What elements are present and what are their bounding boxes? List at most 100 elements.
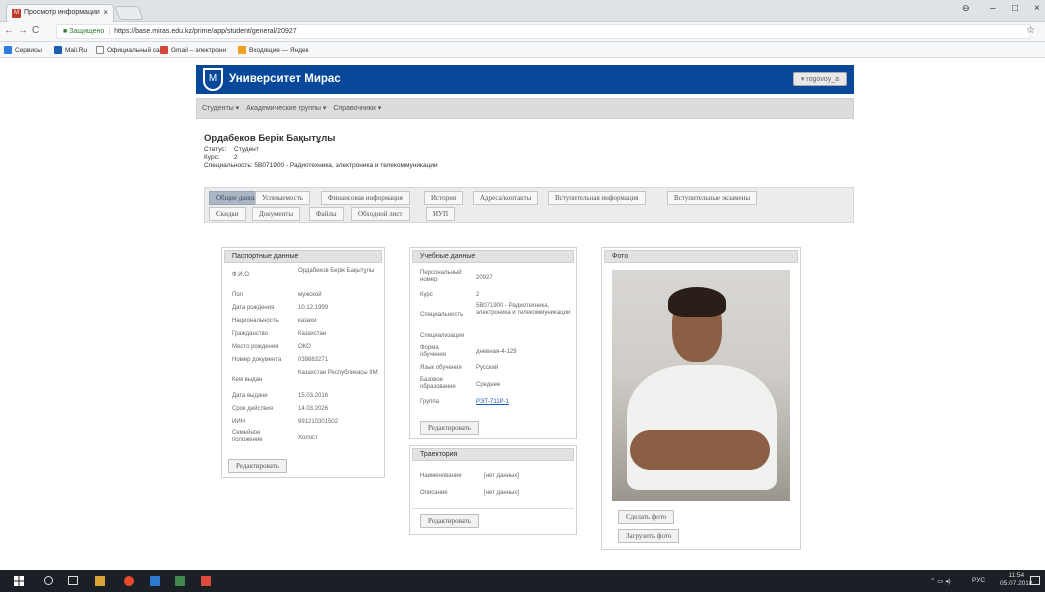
study-panel: Учебные данные Персональный номер 20927 …	[409, 247, 577, 439]
site-favicon-icon: M	[12, 9, 21, 18]
field-label: Ф.И.О.	[232, 272, 251, 278]
tab-documents[interactable]: Документы	[252, 207, 301, 221]
clock[interactable]: 11:54 05.07.2018	[1000, 572, 1033, 588]
brand-title[interactable]: Университет Мирас	[229, 73, 341, 85]
tab-entrance-exams[interactable]: Вступительные экзамены	[667, 191, 758, 205]
field-label: Группа	[420, 399, 440, 405]
passport-panel: Паспортные данные Ф.И.О. Ордабеков Берік…	[221, 247, 385, 478]
field-label: Специальность	[420, 312, 464, 318]
field-label: Кем выдан	[232, 377, 263, 383]
field-label: Язык обучения	[420, 365, 462, 371]
user-menu-button[interactable]: ▾ rogovoy_a	[792, 72, 847, 86]
trajectory-panel-title: Траектория	[412, 448, 574, 461]
file-explorer-icon[interactable]	[95, 576, 105, 586]
course-label: Курс:	[204, 154, 220, 161]
field-label: Курс	[420, 292, 433, 298]
field-value: казахи	[298, 318, 317, 324]
trajectory-edit-button[interactable]: Редактировать	[420, 514, 479, 528]
back-icon[interactable]: ←	[4, 25, 14, 36]
url-text: https://base.miras.edu.kz/prime/app/stud…	[114, 28, 297, 35]
field-label: Специализация	[420, 333, 465, 339]
specialty-label: Специальность:	[204, 162, 253, 169]
browser-tab[interactable]: M Просмотр информации ×	[6, 4, 114, 22]
page-icon	[96, 46, 104, 54]
field-value: 20927	[476, 275, 493, 281]
field-value: 5B071900 - Радиотехника, электроника и т…	[476, 303, 571, 316]
field-label: Срок действия	[232, 406, 274, 412]
profile-icon[interactable]: ⊖	[962, 3, 970, 14]
address-bar-row: ← → C ■ Защищено | https://base.miras.edu.…	[0, 22, 1045, 42]
lock-icon: ■	[63, 28, 68, 35]
bookmark-official-site[interactable]: Официальный сайт	[96, 46, 166, 54]
status-value: Студент	[234, 146, 259, 153]
study-panel-title: Учебные данные	[412, 250, 574, 263]
passport-panel-title: Паспортные данные	[224, 250, 382, 263]
take-photo-button[interactable]: Сделать фото	[618, 510, 675, 524]
student-photo	[612, 270, 790, 501]
university-logo-icon: M	[203, 68, 223, 91]
bookmark-apps[interactable]: Сервисы	[4, 46, 42, 54]
field-value: 991210301502	[298, 419, 339, 425]
tray-icons[interactable]: ⌃ ▭ ◂)	[930, 577, 951, 585]
tab-history[interactable]: История	[424, 191, 464, 205]
bookmark-gmail[interactable]: Gmail – электронн	[160, 46, 226, 54]
tab-clearance[interactable]: Обходной лист	[351, 207, 410, 221]
maximize-button[interactable]: □	[1012, 3, 1018, 14]
tab-files[interactable]: Файлы	[309, 207, 344, 221]
notifications-icon[interactable]	[1030, 576, 1040, 585]
minimize-button[interactable]: –	[990, 3, 996, 14]
field-label: Дата рождения	[232, 305, 275, 311]
field-value: мужской	[298, 292, 322, 298]
specialty-value: 5B071900 - Радиотехника, электроника и т…	[254, 162, 438, 169]
tab-entrance-info[interactable]: Вступительная информация	[548, 191, 646, 205]
clock-time: 11:54	[1008, 572, 1025, 579]
upload-photo-button[interactable]: Загрузить фото	[618, 529, 680, 543]
tab-iup[interactable]: ИУП	[426, 207, 456, 221]
group-link[interactable]: РЭТ-711Р-1	[476, 399, 509, 406]
menu-academic-groups[interactable]: Академические группы ▾	[246, 105, 326, 112]
language-indicator[interactable]: РУС	[972, 577, 985, 584]
field-label: ИИН	[232, 419, 245, 425]
field-label: Форма обучения	[420, 345, 447, 358]
menu-students[interactable]: Студенты ▾	[202, 105, 239, 112]
chrome-icon[interactable]	[124, 576, 134, 586]
field-label: Место рождения	[232, 344, 279, 350]
tab-addresses[interactable]: Адреса/контакты	[473, 191, 539, 205]
url-input[interactable]: ■ Защищено | https://base.miras.edu.kz/pri…	[56, 24, 1031, 39]
tab-financial[interactable]: Финансовая информация	[321, 191, 410, 205]
app-icon[interactable]	[201, 576, 211, 586]
field-value: 10.12.1999	[298, 305, 329, 311]
tab-close-icon[interactable]: ×	[103, 8, 108, 17]
search-icon[interactable]	[44, 576, 53, 585]
mailru-icon	[54, 46, 62, 54]
app-icon[interactable]	[175, 576, 185, 586]
tab-discounts[interactable]: Скидки	[209, 207, 246, 221]
field-label: Пол	[232, 292, 244, 298]
field-value: [нет данных]	[484, 473, 519, 479]
field-value: 2	[476, 292, 480, 298]
bookmark-star-icon[interactable]: ☆	[1026, 25, 1035, 36]
windows-taskbar: ⌃ ▭ ◂) РУС 11:54 05.07.2018	[0, 570, 1045, 592]
study-edit-button[interactable]: Редактировать	[420, 421, 479, 435]
student-info: Ордабеков Берік Бақытұлы Статус: Студент …	[204, 134, 438, 170]
app-icon[interactable]	[150, 576, 160, 586]
photo-figure-arms	[630, 430, 770, 470]
status-label: Статус:	[204, 146, 227, 153]
close-window-button[interactable]: ×	[1034, 3, 1040, 14]
field-value: Холост	[298, 435, 318, 441]
task-view-icon[interactable]	[68, 576, 78, 585]
field-value: ОКО	[298, 344, 311, 350]
field-value: 15.03.2016	[298, 393, 329, 399]
tab-title: Просмотр информации	[24, 9, 100, 16]
passport-edit-button[interactable]: Редактировать	[228, 459, 287, 473]
new-tab-button[interactable]	[114, 6, 144, 20]
reload-icon[interactable]: C	[32, 25, 39, 36]
menu-directories[interactable]: Справочники ▾	[333, 105, 381, 112]
bookmark-yandex[interactable]: Входящие — Яндек	[238, 46, 308, 54]
tab-performance[interactable]: Успеваемость	[255, 191, 310, 205]
bookmarks-bar: Сервисы Mail.Ru Официальный сайт Gmail –…	[0, 42, 1045, 58]
field-label: Национальность	[232, 318, 279, 324]
forward-icon[interactable]: →	[18, 25, 28, 36]
start-icon[interactable]	[14, 576, 24, 586]
bookmark-mailru[interactable]: Mail.Ru	[54, 46, 87, 54]
